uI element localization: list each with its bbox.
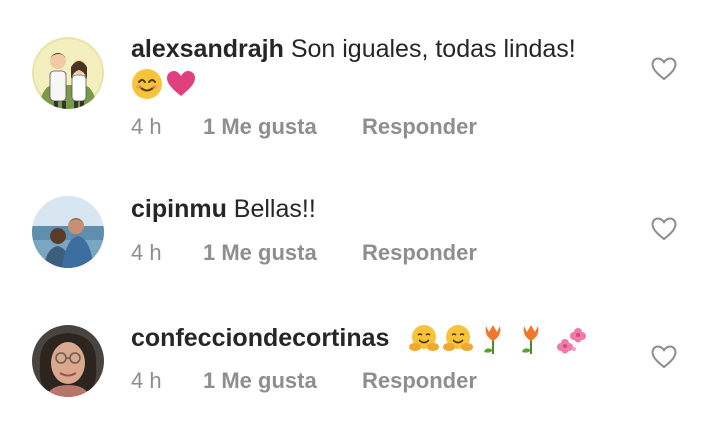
hugging-face-emoji-icon bbox=[408, 323, 440, 355]
comment-likes-count[interactable]: 1 Me gusta bbox=[203, 114, 317, 140]
avatar[interactable] bbox=[32, 37, 104, 109]
couple-illustration-avatar-icon bbox=[32, 37, 104, 109]
hugging-face-emoji-icon bbox=[442, 323, 474, 355]
comment-text-line: confecciondecortinas bbox=[131, 322, 389, 355]
comment-text-line: cipinmu Bellas!! bbox=[131, 193, 316, 226]
comment-text: Son iguales, todas lindas! bbox=[290, 35, 576, 63]
cherry-blossom-emoji-icon bbox=[554, 322, 588, 356]
woman-glasses-photo-avatar-icon bbox=[32, 325, 104, 397]
comment-item: cipinmu Bellas!! 4 h 1 Me gusta Responde… bbox=[0, 150, 720, 280]
couple-beach-photo-avatar-icon bbox=[32, 196, 104, 268]
comment-username[interactable]: cipinmu bbox=[131, 195, 227, 223]
comment-timestamp: 4 h bbox=[131, 114, 162, 139]
comment-emoji-row bbox=[408, 322, 590, 356]
pink-heart-emoji-icon bbox=[165, 68, 197, 100]
comment-username[interactable]: alexsandrajh bbox=[131, 35, 284, 63]
comment-timestamp: 4 h bbox=[131, 368, 162, 393]
comment-text: Bellas!! bbox=[233, 195, 316, 223]
comment-text-line: alexsandrajh Son iguales, todas lindas! bbox=[131, 33, 576, 66]
comment-emoji-row bbox=[131, 68, 199, 100]
comment-item: alexsandrajh Son iguales, todas lindas! bbox=[0, 0, 720, 150]
heart-outline-icon[interactable] bbox=[651, 345, 677, 369]
comment-item: confecciondecortinas 4 h 1 Me gusta Resp… bbox=[0, 280, 720, 423]
heart-outline-icon[interactable] bbox=[651, 57, 677, 81]
comment-list: alexsandrajh Son iguales, todas lindas! bbox=[0, 0, 720, 423]
smiling-face-emoji-icon bbox=[131, 68, 163, 100]
comment-username[interactable]: confecciondecortinas bbox=[131, 324, 389, 352]
comment-likes-count[interactable]: 1 Me gusta bbox=[203, 368, 317, 394]
reply-button[interactable]: Responder bbox=[362, 368, 477, 394]
reply-button[interactable]: Responder bbox=[362, 240, 477, 266]
reply-button[interactable]: Responder bbox=[362, 114, 477, 140]
comment-likes-count[interactable]: 1 Me gusta bbox=[203, 240, 317, 266]
avatar[interactable] bbox=[32, 325, 104, 397]
tulip-emoji-icon bbox=[516, 322, 546, 356]
tulip-emoji-icon bbox=[478, 322, 508, 356]
heart-outline-icon[interactable] bbox=[651, 217, 677, 241]
avatar[interactable] bbox=[32, 196, 104, 268]
comment-timestamp: 4 h bbox=[131, 240, 162, 265]
